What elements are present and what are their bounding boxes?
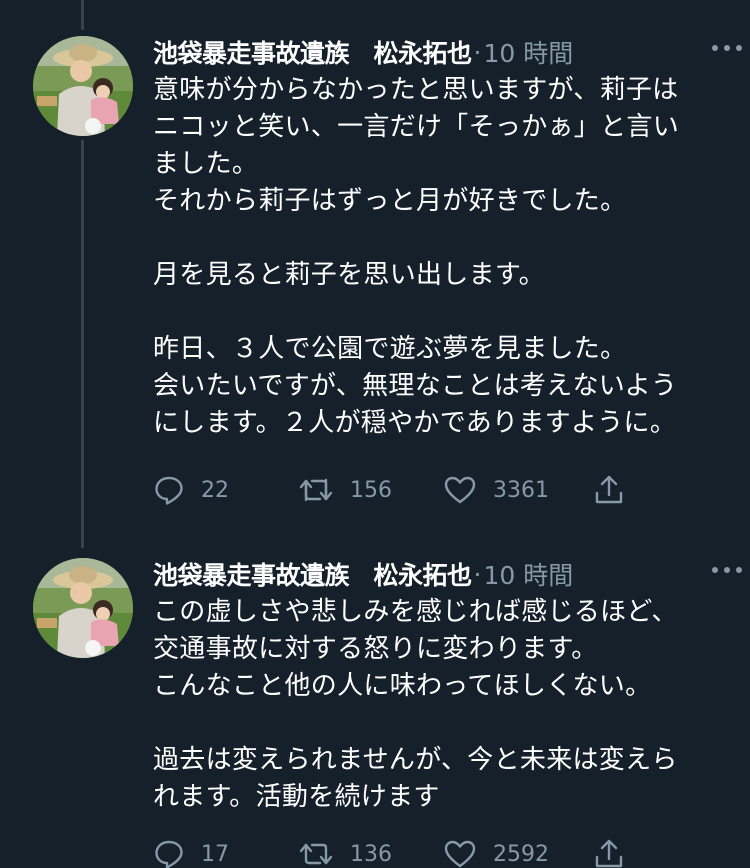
tweet-line: こんなこと他の人に味わってほしくない。: [153, 671, 652, 701]
share-button[interactable]: [593, 474, 625, 506]
reply-count: 17: [201, 841, 229, 867]
tweet-line: れます。活動を続けます: [153, 782, 440, 812]
tweet-line: 月を見ると莉子を思い出します。: [153, 260, 545, 290]
share-button[interactable]: [593, 838, 625, 868]
retweet-count: 136: [350, 841, 392, 867]
reply-icon: [155, 476, 183, 505]
tweet-line-blank: [153, 294, 733, 331]
tweet-line: 過去は変えられませんが、今と未来は変えら: [153, 745, 678, 775]
timestamp[interactable]: 10 時間: [483, 556, 573, 592]
retweet-button[interactable]: 136: [298, 838, 443, 868]
thread-line: [81, 0, 84, 30]
avatar[interactable]: [33, 36, 133, 136]
tweet-text: この虚しさや悲しみを感じれば感じるほど、 交通事故に対する怒りに変わります。 こ…: [153, 594, 733, 816]
like-count: 2592: [493, 841, 549, 867]
separator: ·: [473, 559, 482, 589]
tweet-line: 意味が分からなかったと思いますが、莉子は: [153, 75, 679, 105]
thread-line: [81, 140, 84, 548]
tweet-line: 会いたいですが、無理なことは考えないよう: [153, 371, 678, 401]
share-icon: [595, 475, 623, 504]
retweet-icon: [299, 478, 333, 502]
action-bar: 17 136 2592: [153, 834, 633, 868]
retweet-icon: [299, 843, 333, 865]
reply-button[interactable]: 17: [153, 838, 298, 868]
more-icon[interactable]: [712, 38, 742, 58]
tweet-line: この虚しさや悲しみを感じれば感じるほど、: [153, 597, 678, 627]
tweet-header: 池袋暴走事故遺族 松永拓也 · 10 時間: [153, 32, 720, 72]
timeline: 池袋暴走事故遺族 松永拓也 · 10 時間 意味が分からなかったと思いますが、莉…: [0, 0, 750, 868]
share-icon: [595, 839, 623, 868]
avatar[interactable]: [33, 558, 133, 658]
action-bar: 22 156 3361: [153, 470, 633, 510]
tweet-line: 交通事故に対する怒りに変わります。: [153, 634, 598, 664]
separator: ·: [473, 37, 482, 67]
tweet-text: 意味が分からなかったと思いますが、莉子は ニコッと笑い、一言だけ「そっかぁ」と言…: [153, 72, 733, 442]
tweet-line: ました。: [153, 149, 259, 179]
like-count: 3361: [493, 477, 549, 503]
like-icon: [444, 476, 476, 504]
like-icon: [444, 840, 476, 868]
like-button[interactable]: 2592: [443, 838, 593, 868]
timestamp[interactable]: 10 時間: [483, 34, 573, 70]
reply-button[interactable]: 22: [153, 474, 298, 506]
tweet-line-blank: [153, 705, 733, 742]
reply-count: 22: [201, 477, 229, 503]
tweet-line: 昨日、３人で公園で遊ぶ夢を見ました。: [153, 334, 627, 364]
like-button[interactable]: 3361: [443, 474, 593, 506]
reply-icon: [155, 840, 183, 868]
more-icon[interactable]: [712, 560, 742, 580]
tweet-line: にします。２人が穏やかでありますように。: [153, 408, 677, 438]
author-name[interactable]: 池袋暴走事故遺族 松永拓也: [153, 556, 472, 592]
tweet-line-blank: [153, 220, 733, 257]
retweet-button[interactable]: 156: [298, 474, 443, 506]
tweet-line: それから莉子はずっと月が好きでした。: [153, 186, 627, 216]
tweet-header: 池袋暴走事故遺族 松永拓也 · 10 時間: [153, 554, 720, 594]
retweet-count: 156: [350, 477, 392, 503]
author-name[interactable]: 池袋暴走事故遺族 松永拓也: [153, 34, 472, 70]
tweet-line: ニコッと笑い、一言だけ「そっかぁ」と言い: [153, 112, 680, 142]
